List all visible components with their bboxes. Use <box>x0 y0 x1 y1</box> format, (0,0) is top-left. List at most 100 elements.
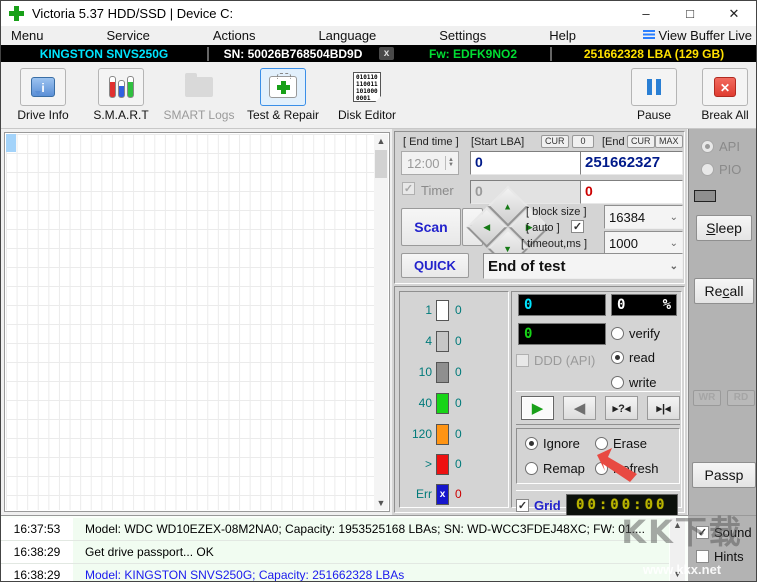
end-lba-input[interactable]: 251662327 <box>580 151 683 175</box>
chevron-down-icon: ⌄ <box>670 238 678 249</box>
folder-icon <box>185 77 213 97</box>
api-radio <box>701 140 714 153</box>
end-of-test-combo[interactable]: End of test⌄ <box>483 253 683 279</box>
end-time-spinner[interactable]: 12:00 ▲▼ <box>401 151 459 175</box>
victoria-app-window: Victoria 5.37 HDD/SSD | Device C: – □ ✕ … <box>0 0 757 582</box>
auto-checkbox[interactable] <box>571 220 584 233</box>
legend-row-1: 1 0 <box>400 298 508 322</box>
grid-checkbox[interactable] <box>516 499 529 512</box>
first-aid-icon <box>269 76 297 98</box>
ignore-radio[interactable] <box>525 437 538 450</box>
rewind-button[interactable]: ◀ <box>563 396 596 420</box>
start-lba-input[interactable]: 0 <box>470 151 595 175</box>
device-capacity: 251662328 LBA (129 GB) <box>552 47 756 61</box>
scan-button[interactable]: Scan <box>401 208 461 246</box>
mode-verify-option[interactable]: verify <box>611 326 660 341</box>
sound-checkbox[interactable] <box>696 526 709 539</box>
wr-indicator: WR <box>693 390 721 406</box>
menu-item-service[interactable]: Service <box>107 28 150 43</box>
maximize-button[interactable]: □ <box>668 1 712 26</box>
app-logo-icon <box>9 6 24 21</box>
title-bar: Victoria 5.37 HDD/SSD | Device C: – □ ✕ <box>1 1 756 26</box>
sound-option[interactable]: Sound <box>696 525 752 540</box>
action-remap-option[interactable]: Remap <box>525 461 585 476</box>
timeout-label: [ timeout,ms ] <box>521 238 587 250</box>
chevron-down-icon: ⌄ <box>670 261 678 272</box>
test-repair-button[interactable]: Test & Repair <box>243 68 323 122</box>
menu-item-help[interactable]: Help <box>549 28 576 43</box>
smart-logs-button: SMART Logs <box>159 68 239 122</box>
scroll-up-icon[interactable]: ▲ <box>673 518 682 532</box>
window-title: Victoria 5.37 HDD/SSD | Device C: <box>32 6 233 21</box>
chevron-down-icon: ⌄ <box>670 212 678 223</box>
speed-lcd: 0 <box>518 323 606 345</box>
disk-editor-button[interactable]: 010110 110011 101000 0001 Disk Editor <box>331 68 403 122</box>
auto-label: [ auto ] <box>526 222 560 234</box>
legend-swatch <box>436 454 449 475</box>
menu-item-actions[interactable]: Actions <box>213 28 256 43</box>
results-group: 1 0 4 0 10 0 40 0 <box>394 286 685 513</box>
legend-row-40: 40 0 <box>400 391 508 415</box>
error-count-input: 0 <box>580 180 683 204</box>
device-model[interactable]: KINGSTON SNVS250G <box>1 47 207 61</box>
rd-indicator: RD <box>727 390 755 406</box>
timer-checkbox[interactable] <box>402 182 415 195</box>
scroll-down-icon[interactable]: ▼ <box>673 567 682 581</box>
close-button[interactable]: ✕ <box>712 1 756 26</box>
log-options-panel: Sound Hints <box>688 515 757 582</box>
lba-lcd: 0 <box>518 294 606 316</box>
seek-question-button[interactable]: ▸?◂ <box>605 396 638 420</box>
scroll-up-icon[interactable]: ▲ <box>377 134 386 148</box>
start-lba-label: [Start LBA] <box>471 136 524 148</box>
hints-checkbox[interactable] <box>696 550 709 563</box>
verify-radio[interactable] <box>611 327 624 340</box>
legend-swatch <box>436 300 449 321</box>
minimize-button[interactable]: – <box>624 1 668 26</box>
recall-button[interactable]: Recall <box>694 278 754 304</box>
sleep-button[interactable]: Sleep <box>696 215 752 241</box>
start-cur-button[interactable]: CUR <box>541 135 569 148</box>
menu-bar: Menu Service Actions Language Settings H… <box>1 26 756 45</box>
drive-info-button[interactable]: i Drive Info <box>7 68 79 122</box>
seek-end-button[interactable]: ▸|◂ <box>647 396 680 420</box>
api-option: API <box>701 139 740 154</box>
status-column: 0 0 % 0 verify DDD (API) read <box>511 291 682 508</box>
write-radio[interactable] <box>611 376 624 389</box>
percent-lcd: 0 % <box>611 294 677 316</box>
view-buffer-live-button[interactable]: View Buffer Live <box>643 28 756 43</box>
legend-swatch <box>436 424 449 445</box>
read-radio[interactable] <box>611 351 624 364</box>
buffer-list-icon <box>643 30 655 41</box>
log-scrollbar[interactable]: ▲ ▼ <box>670 518 685 581</box>
end-max-button[interactable]: MAX <box>655 135 683 148</box>
timeout-combo[interactable]: 1000⌄ <box>604 231 683 255</box>
break-x-icon: ✕ <box>714 77 736 97</box>
smart-button[interactable]: S.M.A.R.T <box>85 68 157 122</box>
menu-item-menu[interactable]: Menu <box>11 28 44 43</box>
block-size-combo[interactable]: 16384⌄ <box>604 205 683 229</box>
start-zero-button[interactable]: 0 <box>572 135 594 148</box>
hints-option[interactable]: Hints <box>696 549 744 564</box>
scan-grid-scrollbar[interactable]: ▲ ▼ <box>374 134 388 510</box>
mode-read-option[interactable]: read <box>611 350 655 365</box>
break-all-button[interactable]: ✕ Break All <box>693 68 757 122</box>
mode-write-option[interactable]: write <box>611 375 656 390</box>
remap-radio[interactable] <box>525 462 538 475</box>
end-cur-button[interactable]: CUR <box>627 135 655 148</box>
lba-settings-group: [ End time ] 12:00 ▲▼ Timer [Start LBA] … <box>394 131 685 284</box>
scroll-thumb[interactable] <box>375 150 387 178</box>
play-button[interactable]: ▶ <box>521 396 554 420</box>
legend-swatch <box>436 331 449 352</box>
legend-row-120: 120 0 <box>400 422 508 446</box>
pause-button[interactable]: Pause <box>623 68 685 122</box>
device-close-icon[interactable]: x <box>379 47 394 60</box>
passp-button[interactable]: Passp <box>692 462 756 488</box>
action-ignore-option[interactable]: Ignore <box>525 436 580 451</box>
menu-item-language[interactable]: Language <box>318 28 376 43</box>
menu-item-settings[interactable]: Settings <box>439 28 486 43</box>
spinner-arrows-icon[interactable]: ▲▼ <box>445 156 456 170</box>
pause-icon <box>647 79 661 95</box>
quick-button[interactable]: QUICK <box>401 253 469 278</box>
scroll-down-icon[interactable]: ▼ <box>377 496 386 510</box>
legend-row-10: 10 0 <box>400 360 508 384</box>
